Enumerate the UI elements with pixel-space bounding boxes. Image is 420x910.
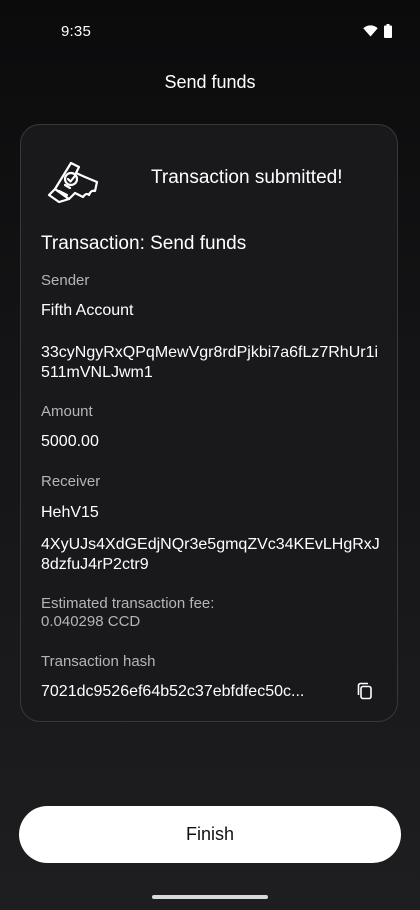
battery-icon <box>384 24 392 38</box>
transaction-title: Transaction: Send funds <box>41 233 247 254</box>
receiver-address: 4XyUJs4XdGEdjNQr3e5gmqZVc34KEvLHgRxJ8dzf… <box>41 536 380 573</box>
receipt-icon <box>47 161 99 203</box>
sender-label: Sender <box>41 272 90 289</box>
submitted-heading: Transaction submitted! <box>151 167 343 188</box>
fee-value: 0.040298 CCD <box>41 613 141 630</box>
estimated-fee: Estimated transaction fee: 0.040298 CCD <box>41 595 214 631</box>
hash-value: 7021dc9526ef64b52c37ebfdfec50c... <box>41 683 305 700</box>
transaction-card: Transaction submitted! Transaction: Send… <box>20 124 398 722</box>
sender-name: Fifth Account <box>41 302 134 319</box>
receiver-label: Receiver <box>41 473 101 490</box>
page-title: Send funds <box>164 72 256 92</box>
status-time: 9:35 <box>61 23 91 40</box>
amount-value: 5000.00 <box>41 433 99 450</box>
copy-icon[interactable] <box>355 681 375 701</box>
sender-address: 33cyNgyRxQPqMewVgr8rdPjkbi7a6fLz7RhUr1i5… <box>41 344 379 381</box>
fee-label: Estimated transaction fee: <box>41 595 215 612</box>
card-header: Transaction submitted! <box>45 155 385 205</box>
amount-label: Amount <box>41 403 93 420</box>
home-indicator <box>152 895 268 899</box>
status-bar: 9:35 <box>0 0 420 64</box>
hash-label: Transaction hash <box>41 653 156 670</box>
finish-button[interactable]: Finish <box>19 806 401 863</box>
receiver-name: HehV15 <box>41 504 99 521</box>
wifi-icon <box>363 25 378 37</box>
status-icons <box>363 24 392 38</box>
